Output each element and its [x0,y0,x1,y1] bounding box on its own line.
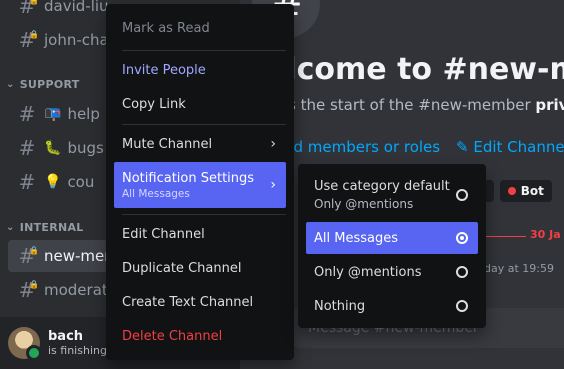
private-channel-icon: # 🔒 [18,278,39,302]
chevron-down-icon: ⌄ [6,222,15,233]
menu-divider [122,214,286,215]
avatar[interactable] [8,327,42,361]
radio-selected-icon [456,232,468,244]
online-status-icon [26,345,42,361]
date-divider: 30 Ja [530,228,561,241]
edit-channel-item[interactable]: Edit Channel [114,218,286,250]
hash-icon: # [18,136,36,160]
welcome-heading: elcome to #new-me [266,52,564,87]
channel-name: cou [67,173,95,191]
channel-name: david-liu [44,0,109,15]
category-internal[interactable]: ⌄ INTERNAL [6,221,84,234]
mark-as-read-item[interactable]: Mark as Read [114,12,286,44]
add-members-link[interactable]: dd members or roles [284,138,440,156]
role-tag-bot[interactable]: Bot [499,180,552,202]
private-channel-icon: # 🔒 [18,244,39,268]
private-channel-icon: # 🔒 [18,28,39,52]
channel-name: john-cha [44,31,109,49]
invite-people-item[interactable]: Invite People [114,54,286,86]
menu-divider [122,124,286,125]
channel-actions: dd members or roles ✎ Edit Channel [284,138,564,156]
chevron-right-icon: › [270,136,276,152]
menu-divider [122,50,286,51]
use-category-default-option[interactable]: Use category default Only @mentions [306,172,478,218]
category-support[interactable]: ⌄ SUPPORT [6,78,80,91]
message-timestamp: day at 19:59 [484,262,554,275]
nothing-option[interactable]: Nothing [306,290,478,322]
user-status: is finishing [48,344,107,357]
hash-icon: # [18,170,36,194]
username: bach [48,329,84,344]
channel-intro: s the start of the #new-member private [288,96,564,114]
duplicate-channel-item[interactable]: Duplicate Channel [114,252,286,284]
chevron-right-icon: › [270,177,276,193]
lightbulb-icon: 💡 [44,174,62,190]
radio-icon [456,300,468,312]
channel-name: help [67,105,100,123]
mute-channel-item[interactable]: Mute Channel › [114,128,286,160]
radio-icon [456,266,468,278]
copy-link-item[interactable]: Copy Link [114,88,286,120]
bug-icon: 🐛 [44,140,62,156]
role-color-icon [507,187,516,195]
chevron-down-icon: ⌄ [6,79,15,90]
all-messages-option[interactable]: All Messages [306,222,478,254]
channel-name: bugs [67,139,104,157]
private-channel-icon: # 🔒 [18,0,39,18]
hash-icon: # [18,102,36,126]
channel-context-menu: Mark as Read Invite People Copy Link Mut… [106,4,294,360]
notification-submenu: Use category default Only @mentions All … [298,164,486,328]
only-mentions-option[interactable]: Only @mentions [306,256,478,288]
edit-channel-link[interactable]: ✎ Edit Channel [456,138,564,156]
delete-channel-item[interactable]: Delete Channel [114,320,286,352]
notification-settings-item[interactable]: Notification Settings All Messages › [114,162,286,208]
mailbox-icon: 📭 [44,106,62,122]
new-messages-divider [486,236,526,237]
create-text-channel-item[interactable]: Create Text Channel [114,286,286,318]
radio-icon [456,189,468,201]
